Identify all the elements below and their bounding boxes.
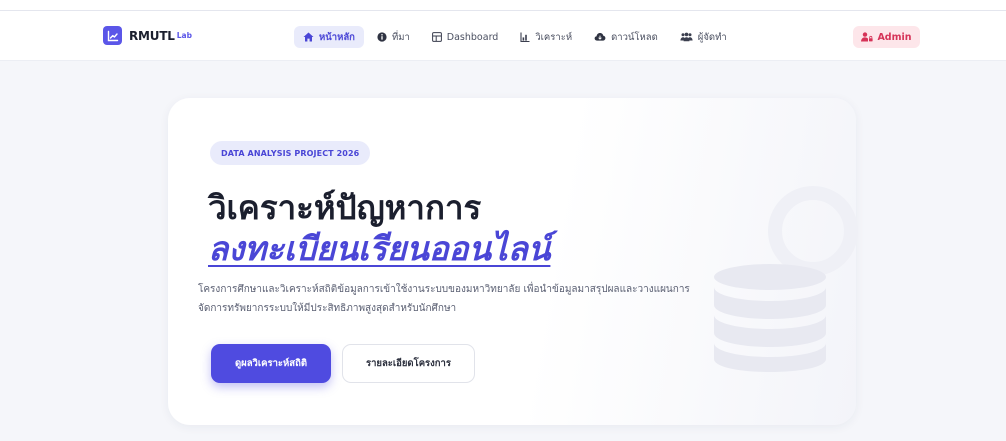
database-icon bbox=[714, 264, 826, 372]
admin-label: Admin bbox=[877, 31, 912, 43]
brand-sub: Lab bbox=[176, 31, 192, 40]
user-lock-icon bbox=[861, 32, 874, 42]
chart-logo-icon bbox=[103, 26, 122, 45]
hero-description: โครงการศึกษาและวิเคราะห์สถิติข้อมูลการเข… bbox=[198, 284, 690, 314]
nav-item-home[interactable]: หน้าหลัก bbox=[294, 26, 364, 48]
nav-item-analysis[interactable]: วิเคราะห์ bbox=[511, 26, 581, 48]
team-icon bbox=[680, 32, 693, 42]
nav-item-label: Dashboard bbox=[446, 31, 499, 43]
analysis-icon bbox=[520, 32, 530, 42]
home-icon bbox=[303, 32, 314, 42]
nav-item-label: วิเคราะห์ bbox=[535, 31, 573, 43]
nav-item-dashboard[interactable]: Dashboard bbox=[423, 26, 508, 48]
nav-item-background[interactable]: ที่มา bbox=[368, 26, 419, 48]
nav-item-label: ดาวน์โหลด bbox=[611, 31, 658, 43]
admin-button[interactable]: Admin bbox=[853, 26, 920, 48]
brand-logo[interactable]: RMUTL Lab bbox=[103, 26, 192, 45]
hero-card: DATA ANALYSIS PROJECT 2026 วิเคราะห์ปัญห… bbox=[168, 98, 858, 425]
info-icon bbox=[377, 32, 387, 42]
view-statistics-button[interactable]: ดูผลวิเคราะห์สถิติ bbox=[211, 344, 331, 383]
main-nav: หน้าหลัก ที่มา Dashboard วิเคราะห์ ดาวน์… bbox=[294, 26, 740, 48]
nav-item-team[interactable]: ผู้จัดทำ bbox=[671, 26, 736, 48]
cloud-download-icon bbox=[594, 33, 606, 41]
hero-title-highlight: ลงทะเบียนเรียนออนไลน์ bbox=[208, 229, 551, 268]
project-badge: DATA ANALYSIS PROJECT 2026 bbox=[210, 141, 371, 165]
navbar: RMUTL Lab หน้าหลัก ที่มา Dashboard วิเคร… bbox=[0, 11, 1006, 61]
brand-name: RMUTL bbox=[129, 28, 175, 43]
nav-item-download[interactable]: ดาวน์โหลด bbox=[585, 26, 667, 48]
nav-item-label: หน้าหลัก bbox=[319, 31, 355, 43]
dashboard-icon bbox=[431, 32, 442, 42]
window-top-edge bbox=[0, 0, 1006, 11]
nav-item-label: ผู้จัดทำ bbox=[697, 31, 727, 43]
nav-item-label: ที่มา bbox=[391, 31, 410, 43]
project-details-button[interactable]: รายละเอียดโครงการ bbox=[342, 344, 475, 383]
